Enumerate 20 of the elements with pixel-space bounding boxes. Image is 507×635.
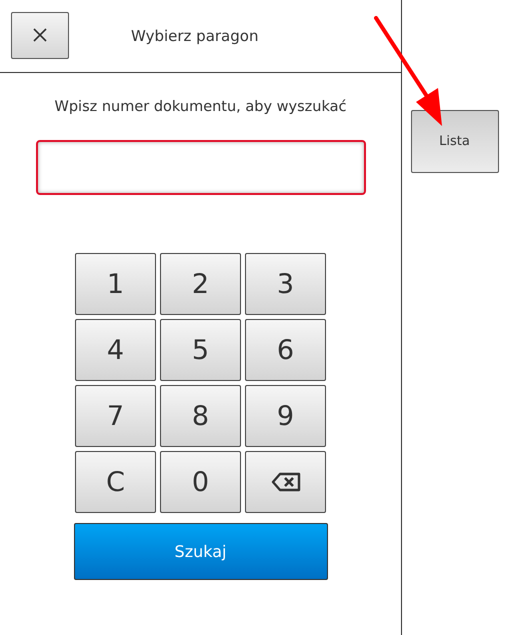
search-button[interactable]: Szukaj xyxy=(74,523,328,580)
close-button[interactable] xyxy=(11,12,69,58)
keypad-key[interactable]: 9 xyxy=(245,385,326,447)
keypad-key[interactable]: 7 xyxy=(75,385,156,447)
keypad-key[interactable]: 3 xyxy=(245,253,326,315)
keypad-key[interactable]: 5 xyxy=(160,319,241,381)
keypad-key[interactable]: C xyxy=(75,451,156,513)
instruction-text: Wpisz numer dokumentu, aby wyszukać xyxy=(54,99,346,115)
keypad-key[interactable]: 2 xyxy=(160,253,241,315)
close-icon xyxy=(33,28,47,42)
keypad-key[interactable]: 8 xyxy=(160,385,241,447)
keypad-key[interactable]: 0 xyxy=(160,451,241,513)
dialog-title: Wybierz paragon xyxy=(131,27,258,45)
keypad-key[interactable]: 6 xyxy=(245,319,326,381)
document-number-field[interactable] xyxy=(36,140,366,195)
backspace-icon xyxy=(270,472,300,492)
keypad-key[interactable]: 1 xyxy=(75,253,156,315)
keypad-key[interactable]: 4 xyxy=(75,319,156,381)
list-button[interactable]: Lista xyxy=(410,110,498,173)
backspace-key[interactable] xyxy=(245,451,326,513)
